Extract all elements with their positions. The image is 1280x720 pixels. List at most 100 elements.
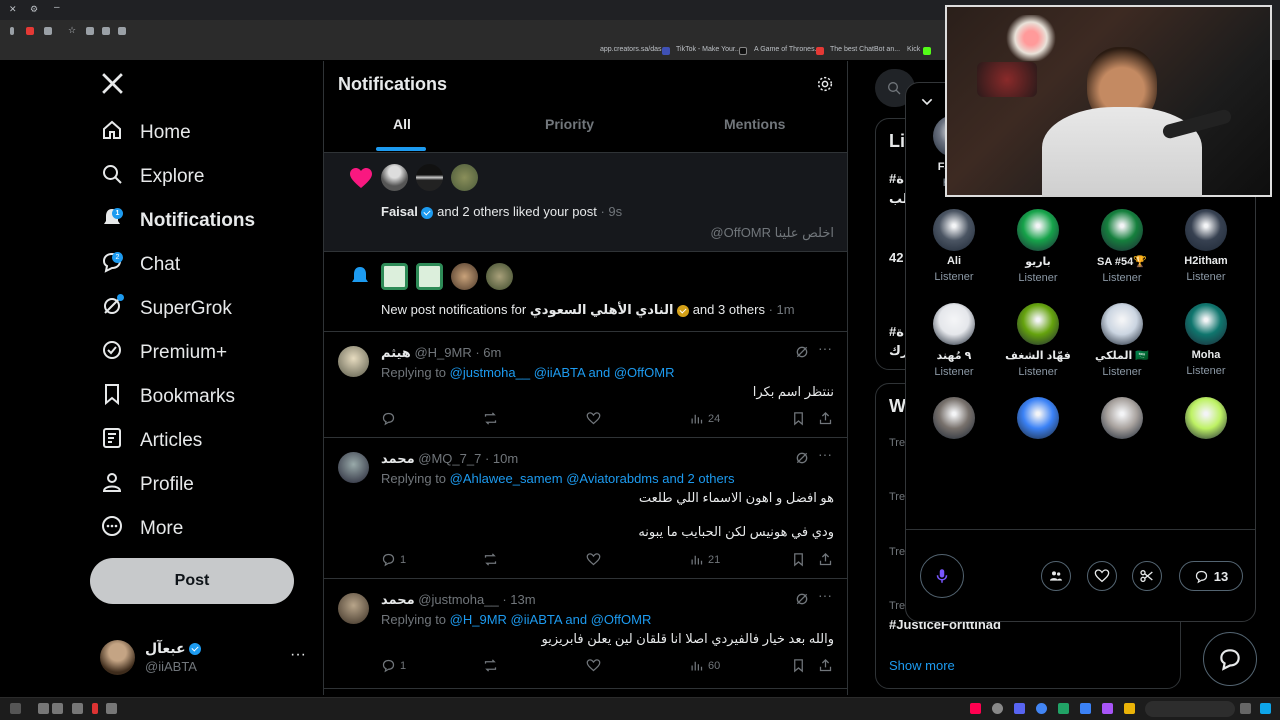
sidebar-item-notifications[interactable]: 1 Notifications	[100, 201, 255, 241]
reply-mentions[interactable]: @H_9MR @iiABTA and @OffOMR	[450, 612, 652, 627]
views-button[interactable]: 21	[689, 552, 720, 567]
space-participant[interactable]: Ali Listener	[912, 209, 996, 283]
post-button[interactable]: Post	[90, 558, 294, 604]
collapse-icon[interactable]	[919, 94, 935, 115]
trend-fragment[interactable]: #ة	[889, 171, 904, 187]
alahli-logo[interactable]	[416, 263, 443, 290]
avatar[interactable]	[416, 164, 443, 191]
app-icon[interactable]	[992, 703, 1003, 714]
bookmark-button[interactable]	[791, 552, 806, 567]
views-button[interactable]: 60	[689, 658, 720, 673]
copy-icon[interactable]	[118, 27, 126, 35]
reload-icon[interactable]	[86, 27, 94, 35]
discord-icon[interactable]	[1014, 703, 1025, 714]
share-button[interactable]	[818, 411, 833, 426]
avatar[interactable]	[381, 164, 408, 191]
taskbar-search[interactable]	[1145, 701, 1235, 717]
avatar[interactable]	[451, 164, 478, 191]
account-switcher[interactable]: عبعآل @iiABTA ···	[100, 638, 310, 678]
show-more-link[interactable]: Show more	[889, 658, 955, 673]
mic-button[interactable]	[920, 554, 964, 598]
space-participant[interactable]	[1080, 397, 1164, 439]
gear-icon[interactable]	[816, 75, 834, 98]
star-icon[interactable]: ☆	[68, 25, 76, 36]
menu-icon[interactable]	[10, 27, 14, 35]
share-button[interactable]	[818, 552, 833, 567]
sidebar-item-chat[interactable]: 2 Chat	[100, 245, 180, 285]
views-button[interactable]: 24	[689, 411, 720, 426]
extension-icon[interactable]	[26, 27, 34, 35]
author-name[interactable]: محمد	[381, 451, 415, 466]
bookmark-got[interactable]: A Game of Thrones...	[754, 46, 820, 53]
comments-button[interactable]: 13	[1179, 561, 1243, 591]
space-participant[interactable]: ٩ مُهند Listener	[912, 303, 996, 378]
app-icon[interactable]	[1102, 703, 1113, 714]
repost-button[interactable]	[483, 552, 498, 567]
bookmark-tiktok[interactable]: TikTok - Make Your...	[676, 46, 741, 53]
space-participant[interactable]	[1164, 397, 1248, 439]
sidebar-item-supergrok[interactable]: SuperGrok	[100, 289, 232, 329]
tab-priority[interactable]: Priority	[545, 116, 594, 132]
avatar[interactable]	[338, 452, 369, 483]
sidebar-item-home[interactable]: Home	[100, 113, 191, 153]
like-button[interactable]	[586, 658, 601, 673]
share-button[interactable]	[818, 658, 833, 673]
reply-post[interactable]: محمد @MQ_7_7 · 10m Replying to @Ahlawee_…	[324, 438, 847, 579]
more-options-icon[interactable]: ···	[290, 646, 306, 664]
space-participant[interactable]: H2itham Listener	[1164, 209, 1248, 283]
tray-icon[interactable]	[52, 703, 63, 714]
bookmark-button[interactable]	[791, 658, 806, 673]
avatar[interactable]	[338, 346, 369, 377]
repost-button[interactable]	[483, 658, 498, 673]
start-icon[interactable]	[1260, 703, 1271, 714]
grok-icon[interactable]	[794, 450, 810, 471]
reply-mentions[interactable]: @Ahlawee_samem @Aviatorabdms and 2 other…	[450, 471, 735, 486]
chat-fab-button[interactable]	[1203, 632, 1257, 686]
people-button[interactable]	[1041, 561, 1071, 591]
author-handle[interactable]: @MQ_7_7	[418, 451, 481, 466]
space-participant[interactable]: Moha Listener	[1164, 303, 1248, 377]
trend-fragment[interactable]: 42	[889, 250, 903, 265]
space-participant[interactable]: فهّاد الشغف Listener	[996, 303, 1080, 378]
author-handle[interactable]: @H_9MR	[414, 345, 471, 360]
space-participant[interactable]: الملكي 🇸🇦 Listener	[1080, 303, 1164, 378]
repost-button[interactable]	[483, 411, 498, 426]
bookmark-kick[interactable]: Kick	[907, 46, 920, 53]
reply-post[interactable]: محمد @justmoha__ · 13m Replying to @H_9M…	[324, 579, 847, 689]
new-post-notification[interactable]: New post notifications for النادي الأهلي…	[324, 252, 847, 332]
space-participant[interactable]	[912, 397, 996, 439]
space-participant[interactable]: SA #54🏆 Listener	[1080, 209, 1164, 284]
grok-icon[interactable]	[794, 344, 810, 365]
reply-mentions[interactable]: @justmoha__ @iiABTA and @OffOMR	[450, 365, 675, 380]
reply-post[interactable]: هيثم @H_9MR · 6m Replying to @justmoha__…	[324, 332, 847, 438]
author-name[interactable]: محمد	[381, 592, 415, 607]
avatar[interactable]	[338, 593, 369, 624]
reply-button[interactable]	[381, 411, 400, 426]
author-name[interactable]: هيثم	[381, 345, 411, 360]
sidebar-item-explore[interactable]: Explore	[100, 157, 204, 197]
more-options-icon[interactable]: ···	[818, 340, 832, 356]
close-window-icon[interactable]: ✕	[9, 4, 17, 15]
trend-fragment[interactable]: #ة	[889, 324, 904, 340]
avatar[interactable]	[451, 263, 478, 290]
tray-icon[interactable]	[72, 703, 83, 714]
tab-icon[interactable]	[44, 27, 52, 35]
chrome-icon[interactable]	[1036, 703, 1047, 714]
app-icon[interactable]	[1058, 703, 1069, 714]
sidebar-item-bookmarks[interactable]: Bookmarks	[100, 377, 235, 417]
like-button[interactable]	[586, 411, 601, 426]
more-options-icon[interactable]: ···	[818, 587, 832, 603]
tab-mentions[interactable]: Mentions	[724, 116, 785, 132]
app-icon[interactable]	[1240, 703, 1251, 714]
bookmark-creators[interactable]: app.creators.sa/das...	[600, 46, 667, 53]
tiktok-app-icon[interactable]	[970, 703, 981, 714]
reply-button[interactable]: 1	[381, 552, 406, 567]
tab-all[interactable]: All	[393, 116, 411, 132]
space-participant[interactable]: باريو Listener	[996, 209, 1080, 284]
alahli-logo[interactable]	[381, 263, 408, 290]
sidebar-item-more[interactable]: More	[100, 509, 183, 549]
author-handle[interactable]: @justmoha__	[418, 592, 498, 607]
grok-icon[interactable]	[794, 591, 810, 612]
like-button[interactable]	[586, 552, 601, 567]
x-logo-icon[interactable]	[100, 71, 125, 101]
